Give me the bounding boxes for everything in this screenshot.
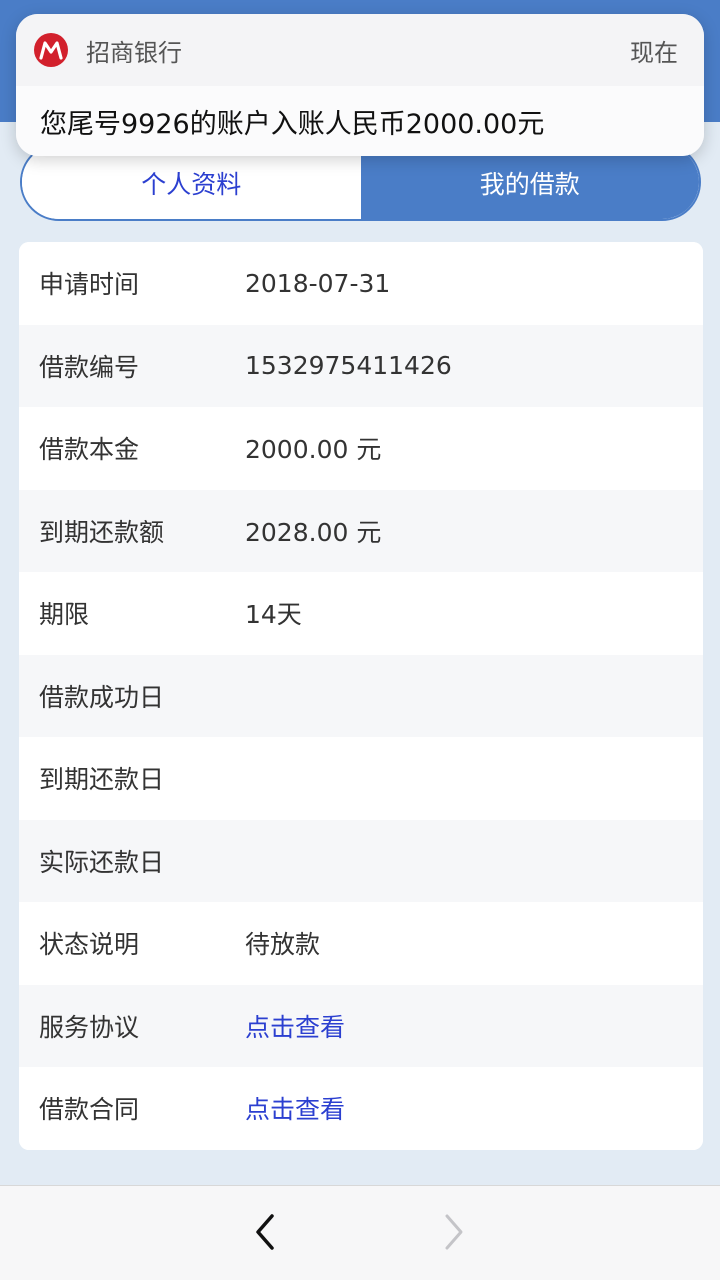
row-value: 1532975411426 — [245, 351, 452, 381]
detail-row-loan-number: 借款编号 1532975411426 — [19, 324, 703, 407]
detail-row-repay-amount: 到期还款额 2028.00 元 — [19, 489, 703, 572]
detail-row-success-date: 借款成功日 — [19, 654, 703, 737]
detail-row-actual-repay-date: 实际还款日 — [19, 819, 703, 902]
detail-row-status: 状态说明 待放款 — [19, 902, 703, 985]
detail-row-due-date: 到期还款日 — [19, 737, 703, 820]
loan-details-card: 申请时间 2018-07-31 借款编号 1532975411426 借款本金 … — [19, 242, 703, 1150]
loan-contract-link[interactable]: 点击查看 — [245, 1090, 345, 1126]
tab-my-loans[interactable]: 我的借款 — [360, 145, 699, 219]
row-label: 期限 — [39, 600, 90, 630]
tab-personal-info[interactable]: 个人资料 — [22, 145, 361, 219]
row-label: 申请时间 — [39, 270, 140, 300]
detail-row-loan-contract: 借款合同 点击查看 — [19, 1067, 703, 1150]
row-label: 状态说明 — [39, 930, 140, 960]
service-agreement-link[interactable]: 点击查看 — [245, 1008, 345, 1044]
detail-row-term: 期限 14天 — [19, 572, 703, 655]
row-label: 借款编号 — [39, 352, 140, 382]
back-button[interactable] — [244, 1210, 284, 1254]
forward-button[interactable] — [435, 1210, 475, 1254]
detail-row-principal: 借款本金 2000.00 元 — [19, 407, 703, 490]
row-label: 实际还款日 — [39, 847, 165, 877]
status-value: 待放款 — [245, 930, 321, 960]
row-label: 服务协议 — [39, 1012, 140, 1042]
detail-row-service-agreement: 服务协议 点击查看 — [19, 984, 703, 1067]
notification-message: 您尾号9926的账户入账人民币2000.00元 — [16, 86, 704, 156]
row-value: 2018-07-31 — [245, 268, 391, 298]
chevron-left-icon — [256, 1214, 274, 1250]
browser-bottom-bar — [0, 1185, 720, 1280]
row-label: 借款合同 — [39, 1095, 140, 1125]
detail-row-apply-time: 申请时间 2018-07-31 — [19, 242, 703, 325]
notification-header: 招商银行 现在 — [16, 14, 704, 86]
row-value: 2000.00 元 — [245, 435, 382, 465]
row-label: 借款成功日 — [39, 682, 165, 712]
notification-time: 现在 — [630, 38, 678, 67]
row-label: 到期还款日 — [39, 765, 165, 795]
push-notification[interactable]: 招商银行 现在 您尾号9926的账户入账人民币2000.00元 — [16, 14, 704, 156]
notification-app-name: 招商银行 — [86, 38, 182, 67]
cmb-logo-icon — [34, 33, 68, 67]
row-value: 14天 — [245, 600, 302, 630]
row-label: 借款本金 — [39, 435, 140, 465]
row-value: 2028.00 元 — [245, 517, 382, 547]
row-label: 到期还款额 — [39, 517, 165, 547]
chevron-right-icon — [445, 1214, 463, 1250]
